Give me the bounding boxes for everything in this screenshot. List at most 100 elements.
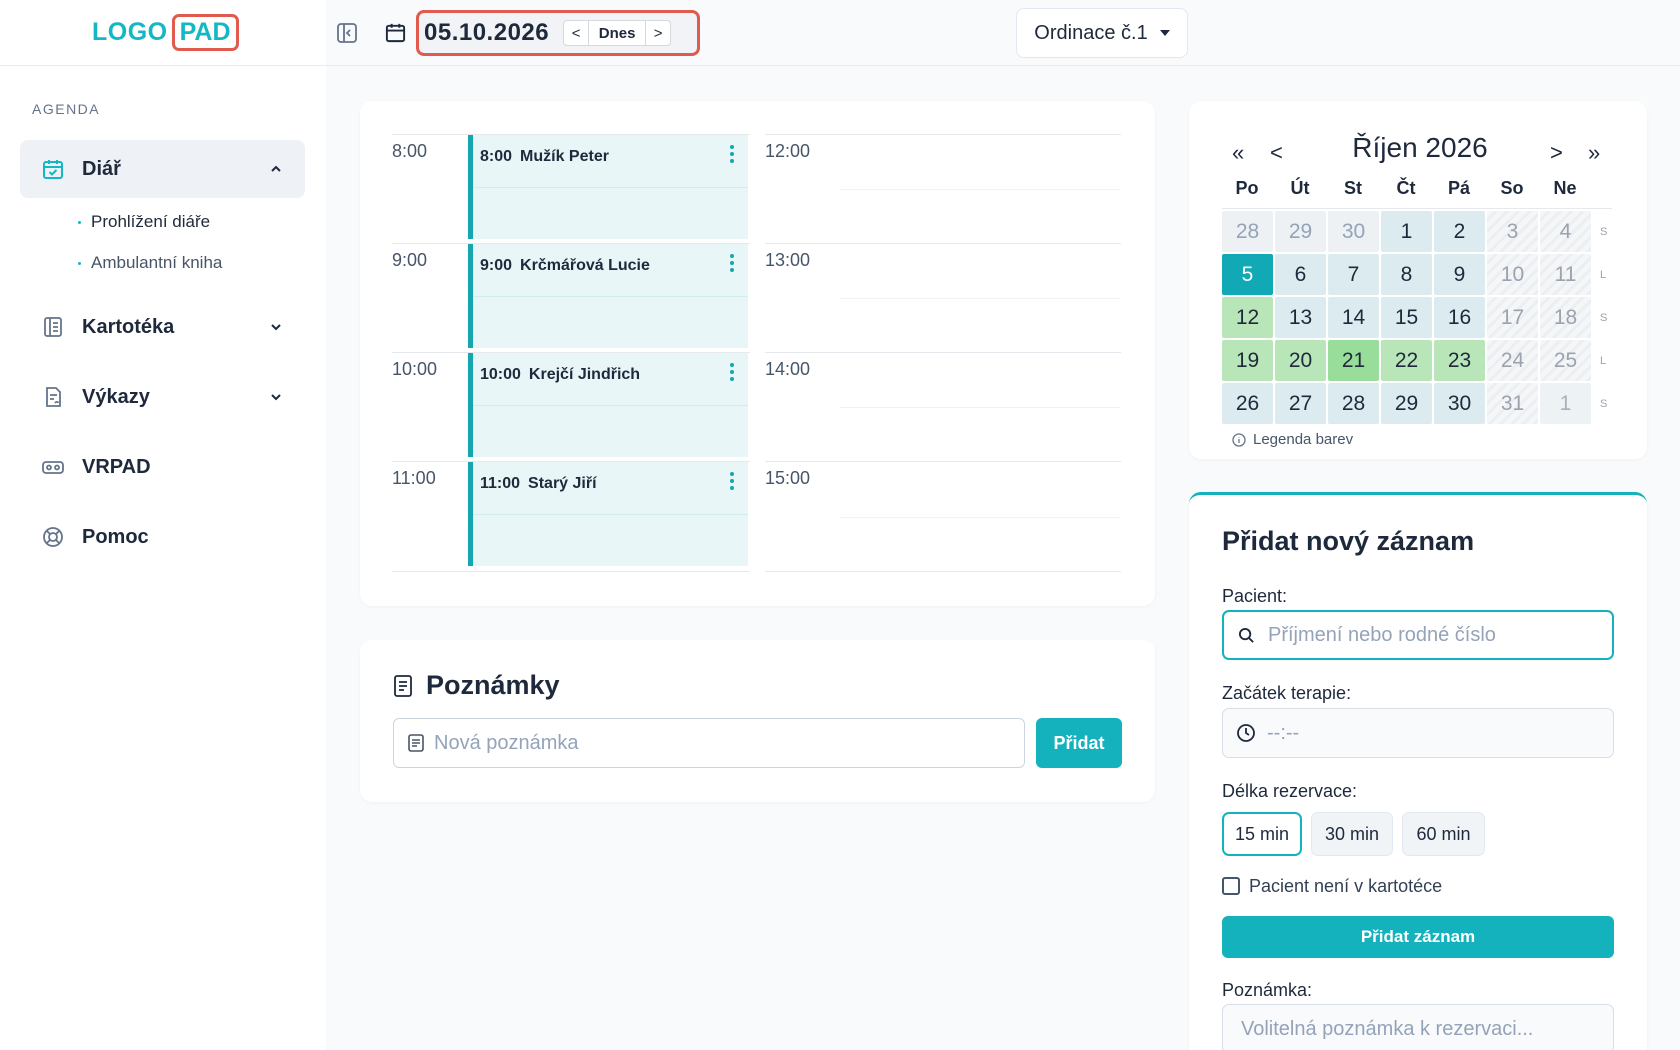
start-time-placeholder: --:-- [1267, 721, 1300, 744]
patient-label: Pacient: [1222, 586, 1288, 606]
calendar-day[interactable]: 7 [1328, 254, 1379, 295]
calendar-day[interactable]: 11 [1540, 254, 1591, 295]
calendar-day[interactable]: 29 [1381, 383, 1432, 424]
info-icon [1232, 432, 1246, 447]
start-time-input[interactable]: --:-- [1222, 708, 1614, 758]
duration-30-button[interactable]: 30 min [1311, 812, 1393, 856]
calendar-day[interactable]: 30 [1434, 383, 1485, 424]
sidebar-item-kartoteka[interactable]: Kartotéka [20, 298, 305, 356]
sidebar-item-vykazy[interactable]: Výkazy [20, 368, 305, 426]
appointment-slot[interactable]: 9:00 Krčmářová Lucie [468, 244, 748, 348]
sidebar-item-pomoc[interactable]: Pomoc [20, 508, 305, 566]
next-year-button[interactable]: » [1588, 140, 1600, 166]
appointment-slot[interactable]: 8:00 Mužík Peter [468, 135, 748, 239]
appointment-time: 9:00 [480, 257, 513, 274]
caret-down-icon [1159, 30, 1170, 36]
appointment-slot[interactable]: 10:00 Krejčí Jindřich [468, 353, 748, 457]
next-month-button[interactable]: > [1550, 140, 1563, 166]
calendar-day[interactable]: 10 [1487, 254, 1538, 295]
grid-line [765, 243, 1121, 244]
today-button[interactable]: Dnes [589, 20, 646, 46]
next-day-button[interactable]: > [645, 20, 672, 46]
prev-day-button[interactable]: < [563, 20, 590, 46]
duration-60-button[interactable]: 60 min [1402, 812, 1485, 856]
section-label-agenda: AGENDA [32, 101, 101, 117]
add-record-button[interactable]: Přidat záznam [1222, 916, 1614, 958]
calendar-day[interactable]: 1 [1540, 383, 1591, 424]
calendar-day[interactable]: 30 [1328, 211, 1379, 252]
sidebar-item-vrpad[interactable]: VRPAD [20, 438, 305, 496]
chevron-down-icon[interactable] [269, 387, 283, 410]
calendar-day[interactable]: 22 [1381, 340, 1432, 381]
calendar-day[interactable]: 15 [1381, 297, 1432, 338]
not-in-registry-checkbox[interactable] [1222, 877, 1240, 895]
time-label: 11:00 [392, 468, 436, 488]
add-note-button[interactable]: Přidat [1036, 718, 1122, 768]
chevron-down-icon[interactable] [269, 317, 283, 340]
weekday-header: Út [1290, 178, 1310, 198]
week-side-marker: S [1600, 398, 1608, 410]
more-vertical-icon[interactable] [730, 145, 734, 166]
calendar-day-today[interactable]: 5 [1222, 254, 1273, 295]
calendar-day[interactable]: 24 [1487, 340, 1538, 381]
current-date[interactable]: 05.10.2026 [424, 19, 549, 47]
sidebar-item-label: Výkazy [82, 385, 150, 408]
sidebar-item-diar[interactable]: Diář [20, 140, 305, 198]
add-record-card [1189, 492, 1647, 1050]
calendar-day[interactable]: 6 [1275, 254, 1326, 295]
calendar-day[interactable]: 3 [1487, 211, 1538, 252]
color-legend-link[interactable]: Legenda barev [1232, 431, 1353, 448]
duration-15-button[interactable]: 15 min [1222, 812, 1302, 856]
calendar-day[interactable]: 19 [1222, 340, 1273, 381]
sidebar-toggle-icon[interactable] [336, 22, 358, 49]
calendar-day[interactable]: 1 [1381, 211, 1432, 252]
calendar-day[interactable]: 2 [1434, 211, 1485, 252]
date-picker[interactable]: 05.10.2026 < Dnes > [416, 10, 700, 56]
calendar-day[interactable]: 27 [1275, 383, 1326, 424]
calendar-day[interactable]: 20 [1275, 340, 1326, 381]
calendar-day[interactable]: 9 [1434, 254, 1485, 295]
grid-half-line [840, 298, 1120, 299]
calendar-day[interactable]: 26 [1222, 383, 1273, 424]
slot-divider [473, 187, 748, 188]
legend-label: Legenda barev [1253, 431, 1354, 448]
calendar-day[interactable]: 25 [1540, 340, 1591, 381]
calendar-day[interactable]: 8 [1381, 254, 1432, 295]
calendar-day[interactable]: 21 [1328, 340, 1379, 381]
week-side-marker: S [1600, 312, 1608, 324]
office-select[interactable]: Ordinace č.1 [1016, 8, 1188, 58]
calendar-icon[interactable] [384, 21, 407, 49]
calendar-day[interactable]: 17 [1487, 297, 1538, 338]
calendar-day[interactable]: 14 [1328, 297, 1379, 338]
patient-search-input[interactable]: Příjmení nebo rodné číslo [1222, 610, 1614, 660]
calendar-day[interactable]: 16 [1434, 297, 1485, 338]
chevron-up-icon[interactable] [269, 159, 283, 182]
time-label: 8:00 [392, 141, 428, 161]
calendar-day[interactable]: 13 [1275, 297, 1326, 338]
calendar-day[interactable]: 12 [1222, 297, 1273, 338]
more-vertical-icon[interactable] [730, 363, 734, 384]
grid-half-line [840, 407, 1120, 408]
topbar: 05.10.2026 < Dnes > Ordinace č.1 [326, 0, 1680, 66]
calendar-day[interactable]: 31 [1487, 383, 1538, 424]
calendar-day[interactable]: 28 [1328, 383, 1379, 424]
more-vertical-icon[interactable] [730, 254, 734, 275]
grid-half-line [840, 517, 1120, 518]
calendar-day[interactable]: 29 [1275, 211, 1326, 252]
calendar-day[interactable]: 18 [1540, 297, 1591, 338]
more-vertical-icon[interactable] [730, 472, 734, 493]
appointment-time: 11:00 [480, 475, 521, 492]
prev-month-button[interactable]: < [1270, 140, 1283, 166]
logo[interactable]: LOGO PAD [0, 0, 326, 66]
appointment-slot[interactable]: 11:00 Starý Jiří [468, 462, 748, 566]
calendar-check-icon [40, 156, 66, 182]
calendar-day[interactable]: 28 [1222, 211, 1273, 252]
calendar-day[interactable]: 23 [1434, 340, 1485, 381]
appointment-patient: Krejčí Jindřich [528, 366, 641, 383]
prev-year-button[interactable]: « [1232, 140, 1244, 166]
calendar-day[interactable]: 4 [1540, 211, 1591, 252]
sidebar-subitem-ambulantni-kniha[interactable]: Ambulantní kniha [78, 253, 222, 273]
new-note-input[interactable]: Nová poznámka [393, 718, 1025, 768]
reservation-note-input[interactable]: Volitelná poznámka k rezervaci... [1222, 1004, 1614, 1050]
sidebar-subitem-prohlizeni[interactable]: Prohlížení diáře [78, 212, 210, 232]
